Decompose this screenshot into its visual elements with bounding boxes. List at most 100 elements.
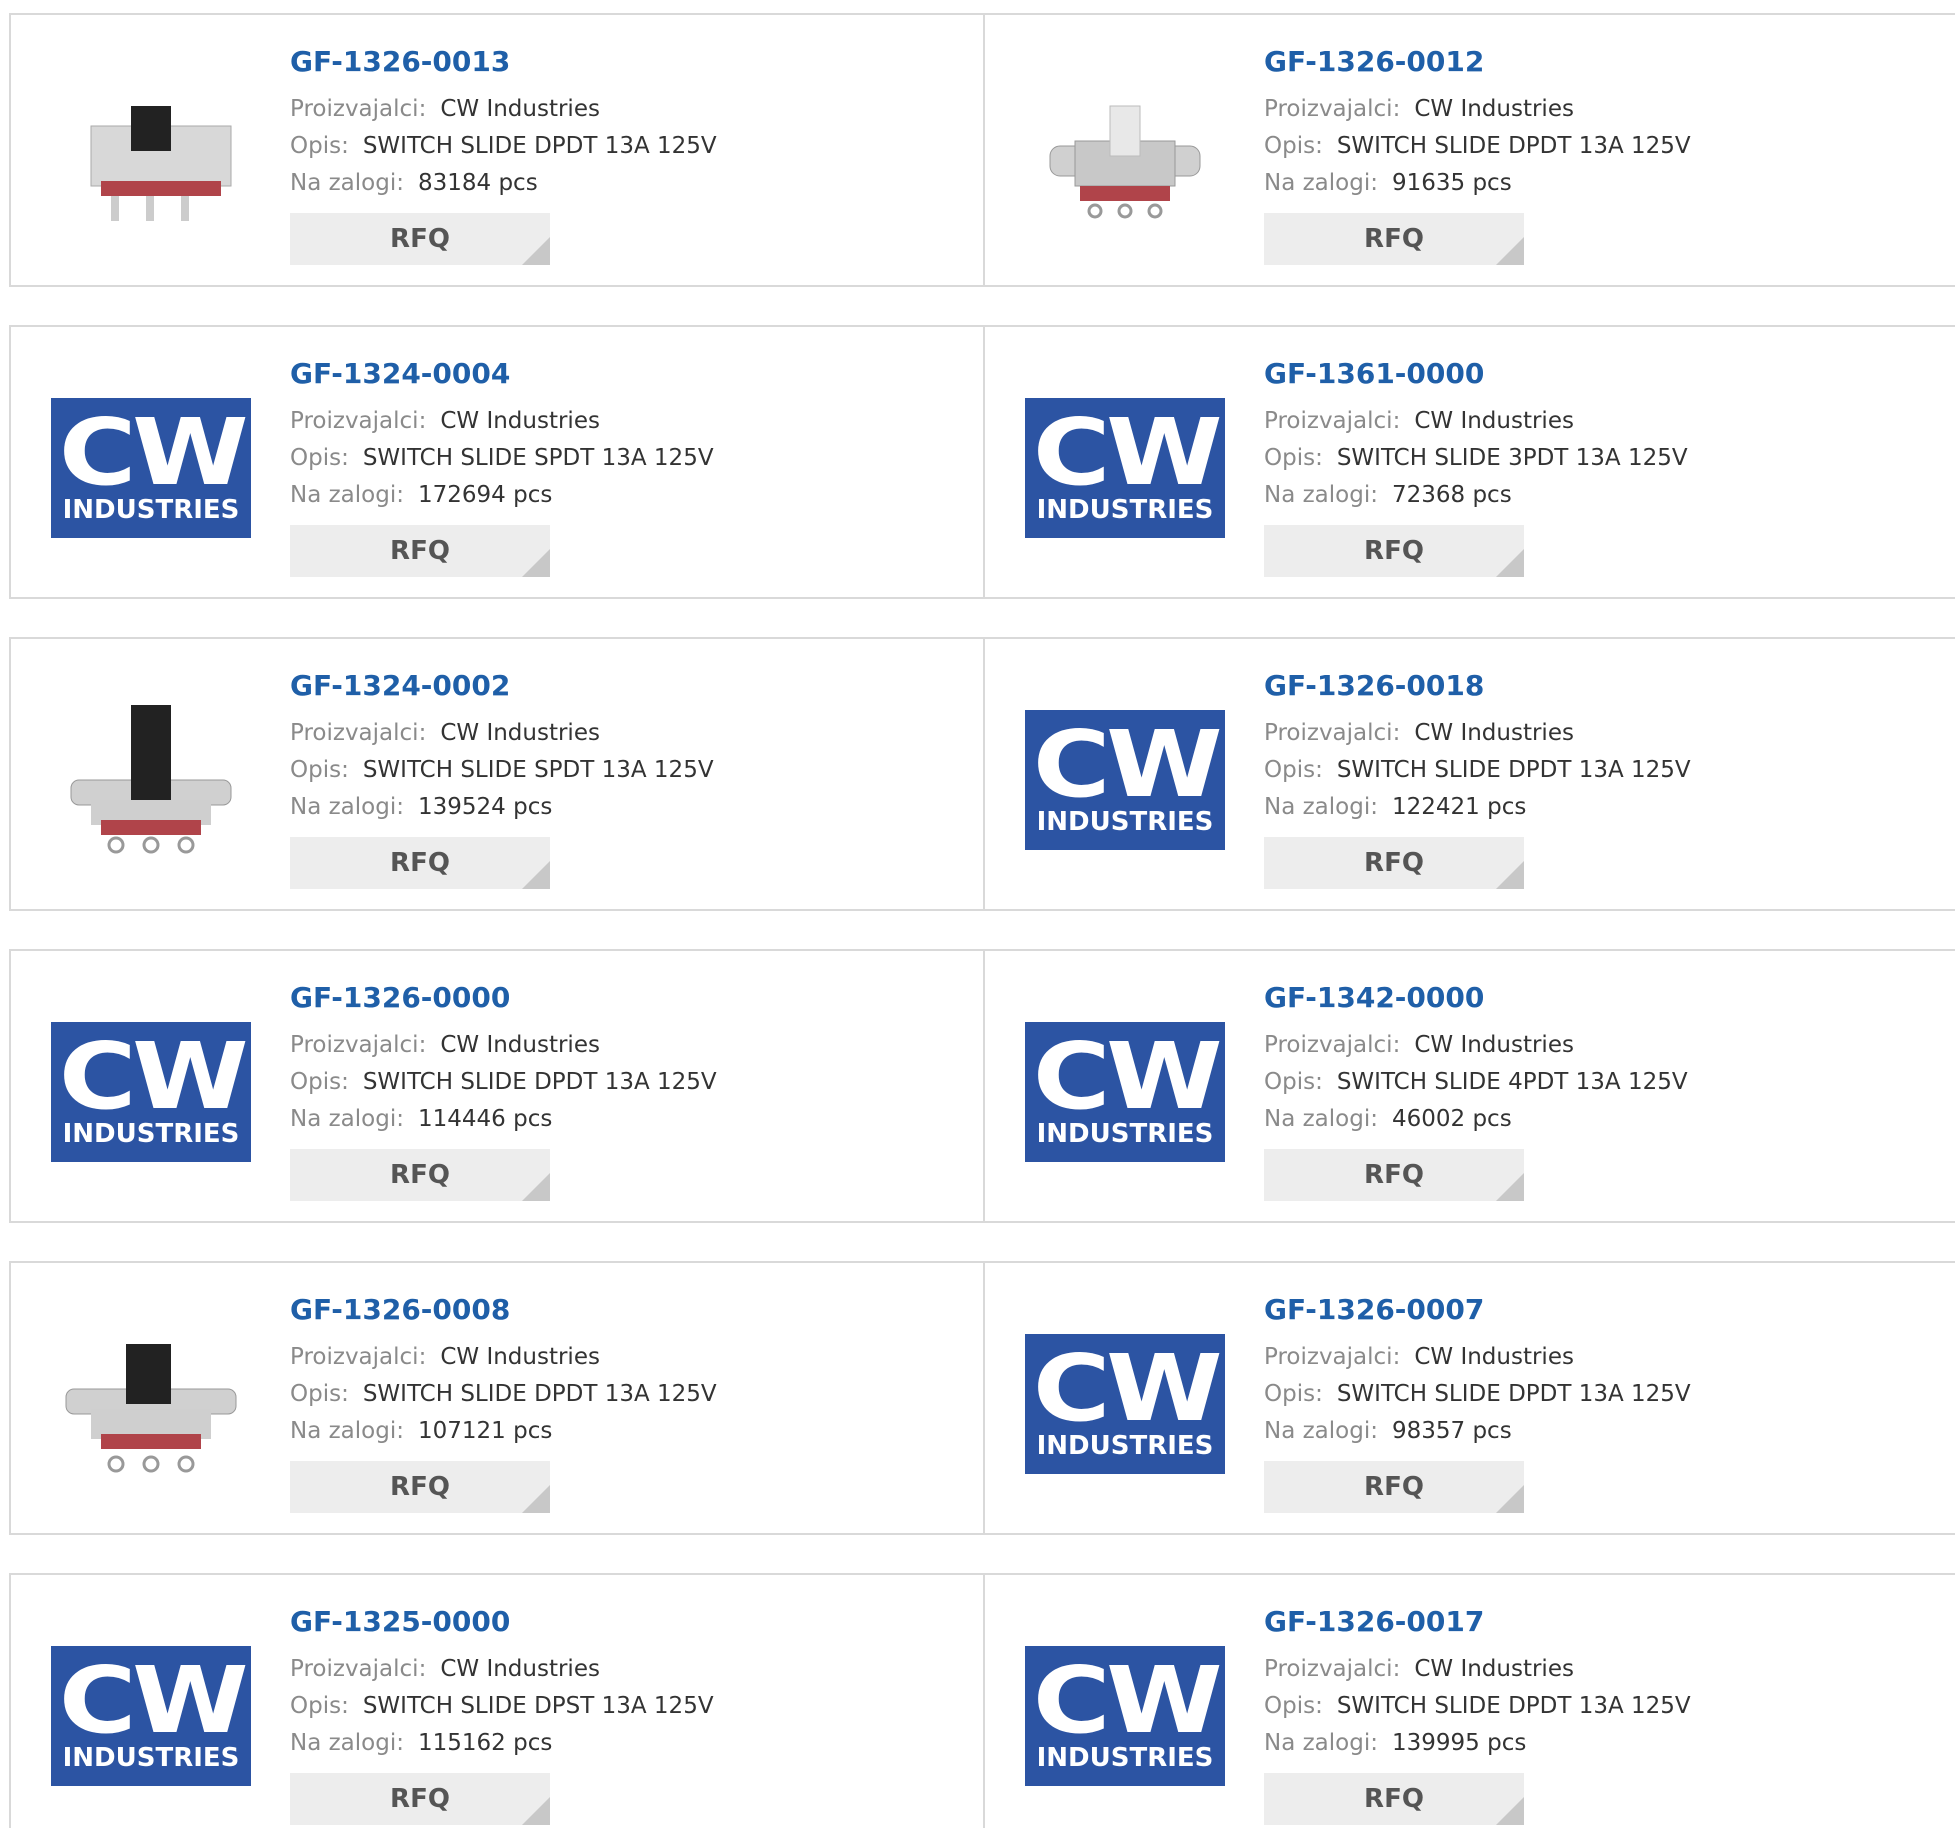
cw-industries-logo: CW INDUSTRIES (1025, 398, 1225, 538)
description-line: Opis: SWITCH SLIDE DPDT 13A 125V (290, 128, 717, 165)
rfq-label: RFQ (390, 1160, 450, 1190)
part-number-link[interactable]: GF-1324-0002 (290, 669, 714, 703)
product-info: GF-1342-0000 Proizvajalci: CW Industries Op… (1264, 981, 1688, 1201)
part-number-link[interactable]: GF-1361-0000 (1264, 357, 1688, 391)
corner-triangle-icon (1496, 861, 1524, 889)
corner-triangle-icon (522, 549, 550, 577)
rfq-button[interactable]: RFQ (290, 1773, 550, 1825)
product-row: GF-1326-0008 Proizvajalci: CW Industries Op… (9, 1261, 1955, 1535)
manufacturer-line: Proizvajalci: CW Industries (290, 1651, 714, 1688)
manufacturer-logo[interactable]: CW INDUSTRIES (1025, 992, 1225, 1192)
rfq-button[interactable]: RFQ (1264, 1461, 1524, 1513)
rfq-button[interactable]: RFQ (290, 525, 550, 577)
product-info: GF-1326-0017 Proizvajalci: CW Industries Op… (1264, 1605, 1691, 1825)
cw-industries-logo: CW INDUSTRIES (1025, 1022, 1225, 1162)
part-number-link[interactable]: GF-1326-0013 (290, 45, 717, 79)
product-row: CW INDUSTRIES GF-1325-0000 Proizvajalci: CW … (9, 1573, 1955, 1828)
stock-label: Na zalogi: (1264, 482, 1378, 508)
description-label: Opis: (1264, 445, 1323, 471)
rfq-button[interactable]: RFQ (1264, 1149, 1524, 1201)
part-number-link[interactable]: GF-1326-0007 (1264, 1293, 1691, 1327)
corner-triangle-icon (522, 1485, 550, 1513)
rfq-button[interactable]: RFQ (1264, 525, 1524, 577)
rfq-button[interactable]: RFQ (1264, 837, 1524, 889)
manufacturer-value: CW Industries (440, 408, 600, 434)
rfq-button[interactable]: RFQ (1264, 1773, 1524, 1825)
rfq-button[interactable]: RFQ (290, 1149, 550, 1201)
manufacturer-line: Proizvajalci: CW Industries (1264, 1339, 1691, 1376)
product-image[interactable] (51, 680, 251, 880)
product-info: GF-1324-0004 Proizvajalci: CW Industries Op… (290, 357, 714, 577)
part-number-link[interactable]: GF-1324-0004 (290, 357, 714, 391)
product-image[interactable] (51, 56, 251, 256)
description-value: SWITCH SLIDE DPDT 13A 125V (1336, 757, 1691, 783)
product-image[interactable] (1025, 56, 1225, 256)
product-card: CW INDUSTRIES GF-1326-0018 Proizvajalci: CW … (983, 639, 1955, 909)
part-number-link[interactable]: GF-1326-0000 (290, 981, 717, 1015)
stock-line: Na zalogi: 172694 pcs (290, 477, 714, 514)
rfq-button[interactable]: RFQ (290, 837, 550, 889)
description-label: Opis: (1264, 1381, 1323, 1407)
stock-label: Na zalogi: (1264, 794, 1378, 820)
part-number-link[interactable]: GF-1326-0018 (1264, 669, 1691, 703)
part-number-link[interactable]: GF-1325-0000 (290, 1605, 714, 1639)
manufacturer-line: Proizvajalci: CW Industries (290, 1339, 717, 1376)
description-value: SWITCH SLIDE DPDT 13A 125V (1336, 1693, 1691, 1719)
stock-value: 98357 pcs (1391, 1418, 1512, 1444)
cw-industries-logo: CW INDUSTRIES (1025, 1334, 1225, 1474)
product-image[interactable] (51, 1304, 251, 1504)
stock-line: Na zalogi: 139524 pcs (290, 789, 714, 826)
stock-label: Na zalogi: (290, 1418, 404, 1444)
product-info: GF-1324-0002 Proizvajalci: CW Industries Op… (290, 669, 714, 889)
description-value: SWITCH SLIDE DPDT 13A 125V (362, 1381, 717, 1407)
description-label: Opis: (290, 1069, 349, 1095)
stock-line: Na zalogi: 72368 pcs (1264, 477, 1688, 514)
corner-triangle-icon (1496, 237, 1524, 265)
rfq-label: RFQ (390, 1784, 450, 1814)
rfq-button[interactable]: RFQ (1264, 213, 1524, 265)
description-value: SWITCH SLIDE 4PDT 13A 125V (1336, 1069, 1688, 1095)
description-label: Opis: (1264, 757, 1323, 783)
product-info: GF-1325-0000 Proizvajalci: CW Industries Op… (290, 1605, 714, 1825)
product-card: CW INDUSTRIES GF-1326-0000 Proizvajalci: CW … (11, 951, 983, 1221)
manufacturer-logo[interactable]: CW INDUSTRIES (1025, 1304, 1225, 1504)
rfq-button[interactable]: RFQ (290, 213, 550, 265)
manufacturer-logo[interactable]: CW INDUSTRIES (1025, 1616, 1225, 1816)
description-line: Opis: SWITCH SLIDE DPDT 13A 125V (1264, 1376, 1691, 1413)
stock-line: Na zalogi: 139995 pcs (1264, 1725, 1691, 1762)
part-number-link[interactable]: GF-1326-0008 (290, 1293, 717, 1327)
manufacturer-label: Proizvajalci: (290, 720, 427, 746)
part-number-link[interactable]: GF-1326-0017 (1264, 1605, 1691, 1639)
logo-cw-text: CW (58, 1647, 248, 1754)
description-label: Opis: (1264, 1693, 1323, 1719)
rfq-label: RFQ (390, 848, 450, 878)
rfq-button[interactable]: RFQ (290, 1461, 550, 1513)
manufacturer-value: CW Industries (1414, 1344, 1574, 1370)
corner-triangle-icon (1496, 1485, 1524, 1513)
description-value: SWITCH SLIDE DPST 13A 125V (362, 1693, 714, 1719)
product-card: CW INDUSTRIES GF-1326-0007 Proizvajalci: CW … (983, 1263, 1955, 1533)
manufacturer-logo[interactable]: CW INDUSTRIES (51, 1616, 251, 1816)
product-info: GF-1326-0012 Proizvajalci: CW Industries Op… (1264, 45, 1691, 265)
manufacturer-logo[interactable]: CW INDUSTRIES (1025, 368, 1225, 568)
description-label: Opis: (290, 445, 349, 471)
manufacturer-value: CW Industries (1414, 720, 1574, 746)
manufacturer-logo[interactable]: CW INDUSTRIES (1025, 680, 1225, 880)
corner-triangle-icon (522, 237, 550, 265)
description-label: Opis: (1264, 1069, 1323, 1095)
part-number-link[interactable]: GF-1342-0000 (1264, 981, 1688, 1015)
manufacturer-line: Proizvajalci: CW Industries (1264, 91, 1691, 128)
rfq-label: RFQ (1364, 1784, 1424, 1814)
manufacturer-logo[interactable]: CW INDUSTRIES (51, 992, 251, 1192)
manufacturer-label: Proizvajalci: (1264, 96, 1401, 122)
stock-line: Na zalogi: 107121 pcs (290, 1413, 717, 1450)
manufacturer-logo[interactable]: CW INDUSTRIES (51, 368, 251, 568)
stock-label: Na zalogi: (1264, 170, 1378, 196)
description-label: Opis: (290, 757, 349, 783)
description-value: SWITCH SLIDE 3PDT 13A 125V (1336, 445, 1688, 471)
manufacturer-value: CW Industries (1414, 1032, 1574, 1058)
corner-triangle-icon (522, 861, 550, 889)
description-value: SWITCH SLIDE DPDT 13A 125V (362, 133, 717, 159)
product-info: GF-1326-0013 Proizvajalci: CW Industries Op… (290, 45, 717, 265)
part-number-link[interactable]: GF-1326-0012 (1264, 45, 1691, 79)
